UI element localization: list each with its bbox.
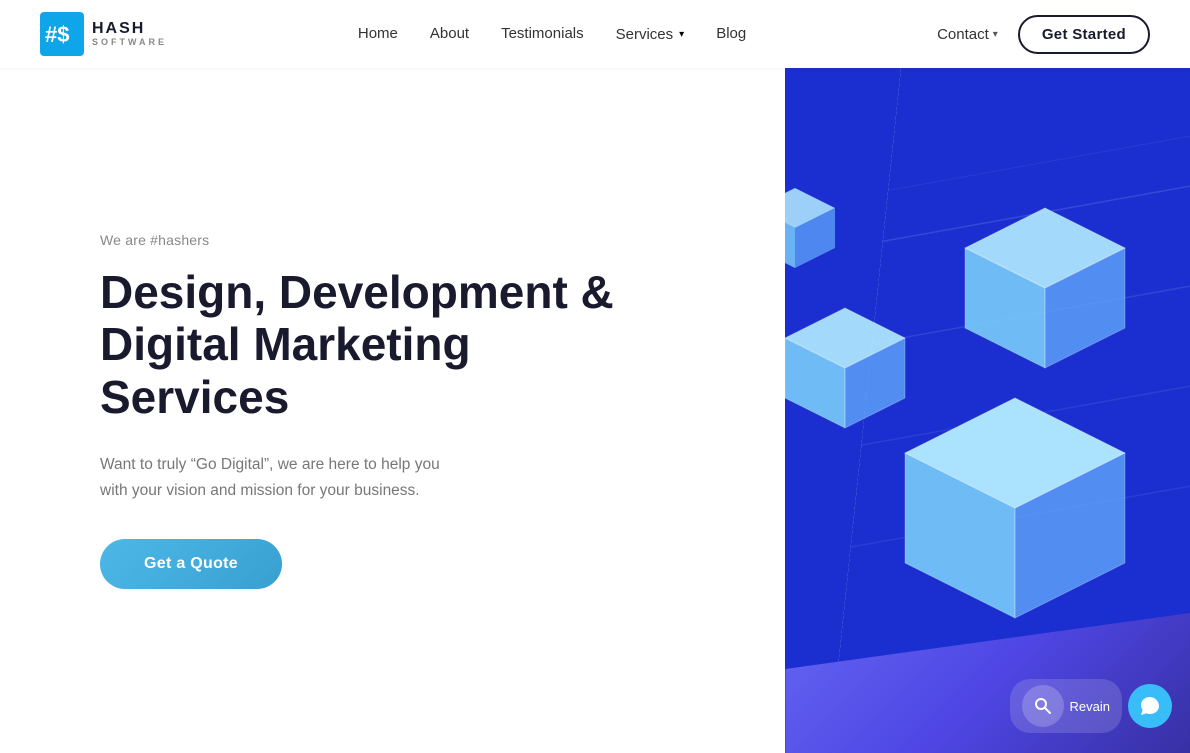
nav-item-services[interactable]: Services ▾ [616,26,685,43]
nav-link-testimonials[interactable]: Testimonials [501,25,584,42]
hero-title-line3: Services [100,371,289,423]
hero-left: We are #hashers Design, Development & Di… [0,68,785,753]
contact-label: Contact [937,26,989,43]
navbar: #$ HASH SOFTWARE Home About Testimonials… [0,0,1190,68]
logo[interactable]: #$ HASH SOFTWARE [40,12,167,56]
nav-link-blog[interactable]: Blog [716,25,746,42]
get-quote-button[interactable]: Get a Quote [100,539,282,589]
brand-tagline: SOFTWARE [92,38,167,48]
hero-section: We are #hashers Design, Development & Di… [0,68,1190,753]
chat-search-icon [1022,685,1064,727]
hero-subtitle: We are #hashers [100,232,614,248]
nav-item-home[interactable]: Home [358,25,398,43]
chat-widget[interactable]: Revain [1010,679,1172,733]
logo-icon: #$ [40,12,84,56]
revain-label: Revain [1070,699,1110,714]
hero-right [785,68,1190,753]
hero-title-line1: Design, Development & [100,266,614,318]
nav-item-testimonials[interactable]: Testimonials [501,25,584,43]
chat-icon [1139,695,1161,717]
revain-badge[interactable]: Revain [1010,679,1122,733]
search-chat-icon [1033,696,1053,716]
nav-item-blog[interactable]: Blog [716,25,746,43]
contact-link[interactable]: Contact ▾ [937,26,998,43]
chevron-down-icon: ▾ [679,29,684,40]
nav-link-services[interactable]: Services [616,26,674,43]
contact-chevron-icon: ▾ [993,29,998,40]
nav-links: Home About Testimonials Services ▾ Blog [358,25,746,43]
nav-item-about[interactable]: About [430,25,469,43]
cubes-illustration [785,108,1145,708]
svg-text:#$: #$ [45,22,69,47]
hero-title: Design, Development & Digital Marketing … [100,266,614,425]
nav-right: Contact ▾ Get Started [937,15,1150,54]
chat-bubble-icon[interactable] [1128,684,1172,728]
hero-title-line2: Digital Marketing [100,318,471,370]
hero-description: Want to truly “Go Digital”, we are here … [100,452,460,503]
nav-link-about[interactable]: About [430,25,469,42]
nav-link-home[interactable]: Home [358,25,398,42]
brand-name: HASH [92,20,167,38]
get-started-button[interactable]: Get Started [1018,15,1150,54]
hero-content: We are #hashers Design, Development & Di… [100,232,614,590]
